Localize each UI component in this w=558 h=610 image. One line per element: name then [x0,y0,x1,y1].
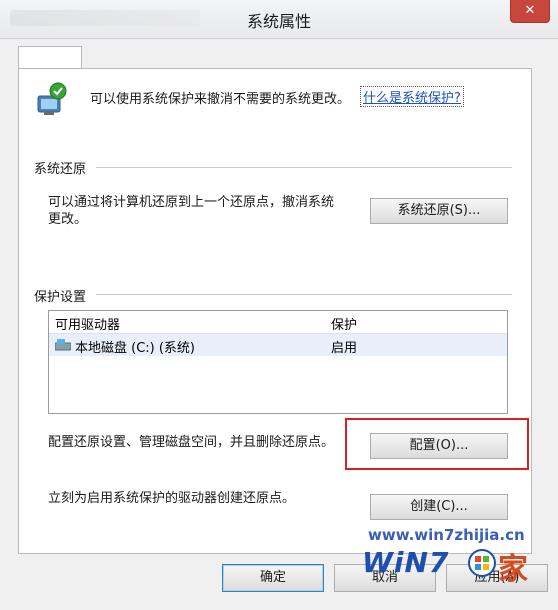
system-restore-button[interactable]: 系统还原(S)... [370,198,508,224]
tab-system-protection[interactable] [18,46,82,69]
watermark-logo: WiN7 [362,546,450,579]
configure-button[interactable]: 配置(O)... [370,433,508,459]
close-icon: ✕ [524,3,536,18]
system-restore-description-line1: 可以通过将计算机还原到上一个还原点，撤消系统 [48,195,335,210]
what-is-system-protection-link[interactable]: 什么是系统保护? [360,86,464,107]
divider [96,294,512,295]
intro-text: 可以使用系统保护来撤消不需要的系统更改。 [90,92,351,107]
protection-settings-heading: 保护设置 [34,290,87,305]
system-properties-window: 系统属性 ✕ 可以使用系统保护来撤消不需要的系统更改。 什么是系统保护? 系统还… [0,0,558,610]
system-restore-description: 可以通过将计算机还原到上一个还原点，撤消系统 更改。 [48,194,334,228]
windows-logo-icon [468,549,496,577]
column-header-drives[interactable]: 可用驱动器 [55,314,120,333]
watermark-site: www.win7zhijia.cn [368,526,525,544]
list-header: 可用驱动器 保护 [49,311,507,334]
window-title: 系统属性 [246,12,311,31]
watermark: www.win7zhijia.cn WiN7 家 [360,526,556,606]
drive-icon [55,339,71,351]
close-button[interactable]: ✕ [510,0,550,23]
column-header-protection[interactable]: 保护 [331,314,357,333]
create-button[interactable]: 创建(C)... [370,494,508,520]
drives-list[interactable]: 可用驱动器 保护 本地磁盘 (C:) (系统) 启用 [48,310,508,414]
configure-description: 配置还原设置、管理磁盘空间，并且删除还原点。 [48,435,335,450]
drive-protection-status: 启用 [331,341,358,356]
system-restore-heading: 系统还原 [34,162,87,177]
drive-name: 本地磁盘 (C:) (系统) [75,341,196,356]
table-row[interactable]: 本地磁盘 (C:) (系统) 启用 [49,334,507,356]
system-protection-shield-icon [37,82,67,115]
watermark-home: 家 [498,552,528,587]
system-restore-description-line2: 更改。 [48,212,88,227]
ok-button[interactable]: 确定 [222,564,324,592]
create-description: 立刻为启用系统保护的驱动器创建还原点。 [48,491,296,506]
divider [96,167,512,168]
title-bar: 系统属性 ✕ [0,0,558,39]
